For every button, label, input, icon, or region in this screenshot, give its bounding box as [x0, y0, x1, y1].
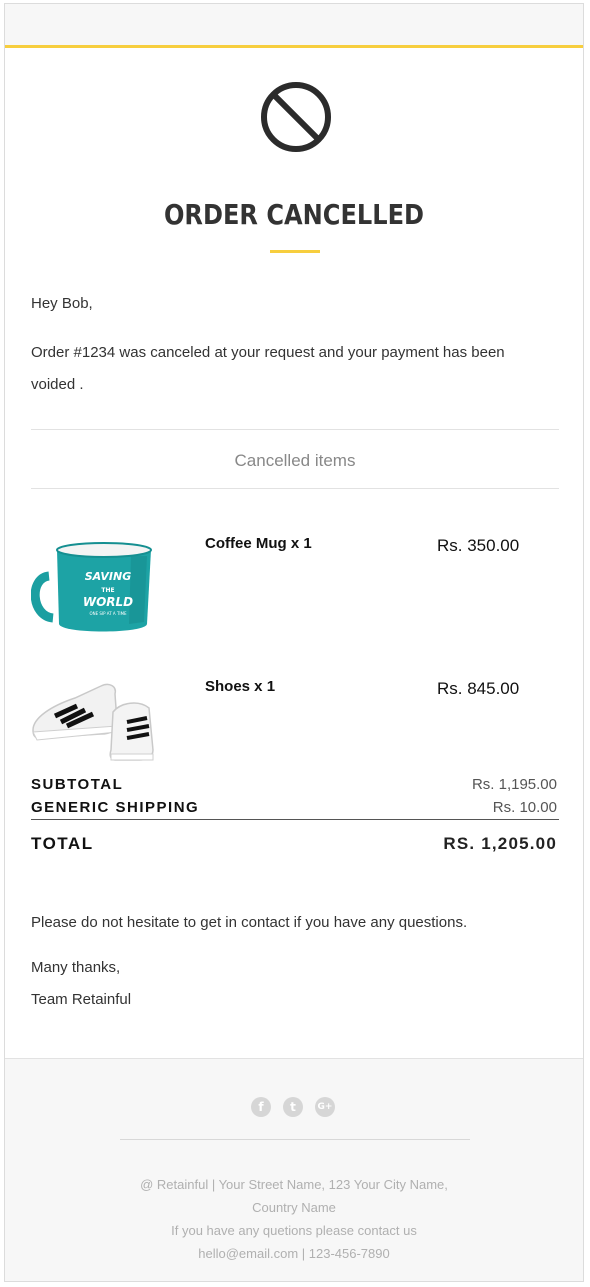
cancel-icon: [261, 82, 331, 152]
order-message: Order #1234 was canceled at your request…: [31, 344, 505, 393]
item-name: Coffee Mug x 1: [205, 535, 312, 552]
divider: [31, 429, 559, 430]
footer: f t G+ @ Retainful | Your Street Name, 1…: [5, 1058, 583, 1281]
item-price: Rs. 350.00: [437, 536, 520, 555]
footer-contact-line: If you have any quetions please contact …: [171, 1223, 417, 1238]
total-divider: [31, 819, 559, 820]
footer-contact-details[interactable]: hello@email.com | 123-456-7890: [5, 1246, 583, 1261]
item-price: Rs. 845.00: [437, 679, 520, 698]
footer-divider: [120, 1139, 470, 1140]
shipping-label: GENERIC SHIPPING: [31, 799, 200, 816]
footer-country: Country Name: [252, 1200, 336, 1215]
mug-text: SAVING: [85, 570, 132, 583]
mug-text: WORLD: [83, 595, 133, 609]
thanks-text: Many thanks,: [31, 959, 121, 976]
total-label: TOTAL: [31, 834, 94, 853]
email-container: ORDER CANCELLED Hey Bob, Order #1234 was…: [4, 3, 584, 1282]
facebook-icon[interactable]: f: [251, 1097, 271, 1117]
footer-address: @ Retainful | Your Street Name, 123 Your…: [140, 1177, 448, 1192]
title-underline: [270, 250, 320, 253]
subtotal-label: SUBTOTAL: [31, 776, 124, 793]
coffee-mug-image: SAVING THE WORLD ONE SIP AT A TIME: [31, 542, 152, 632]
subtotal-value: Rs. 1,195.00: [471, 776, 557, 793]
header-strip: [5, 4, 583, 48]
divider: [31, 488, 559, 489]
team-signature: Team Retainful: [31, 991, 132, 1008]
mug-text: THE: [101, 587, 114, 594]
section-title: Cancelled items: [234, 451, 356, 470]
greeting-text: Hey Bob,: [31, 295, 93, 312]
total-value: RS. 1,205.00: [443, 834, 557, 853]
google-plus-icon[interactable]: G+: [315, 1097, 335, 1117]
page-title: ORDER CANCELLED: [163, 198, 425, 231]
mug-text: ONE SIP AT A TIME: [89, 611, 127, 616]
item-name: Shoes x 1: [205, 678, 276, 695]
sneakers-image: [32, 683, 154, 761]
contact-text: Please do not hesitate to get in contact…: [31, 914, 468, 931]
twitter-icon[interactable]: t: [283, 1097, 303, 1117]
shipping-value: Rs. 10.00: [492, 799, 557, 816]
